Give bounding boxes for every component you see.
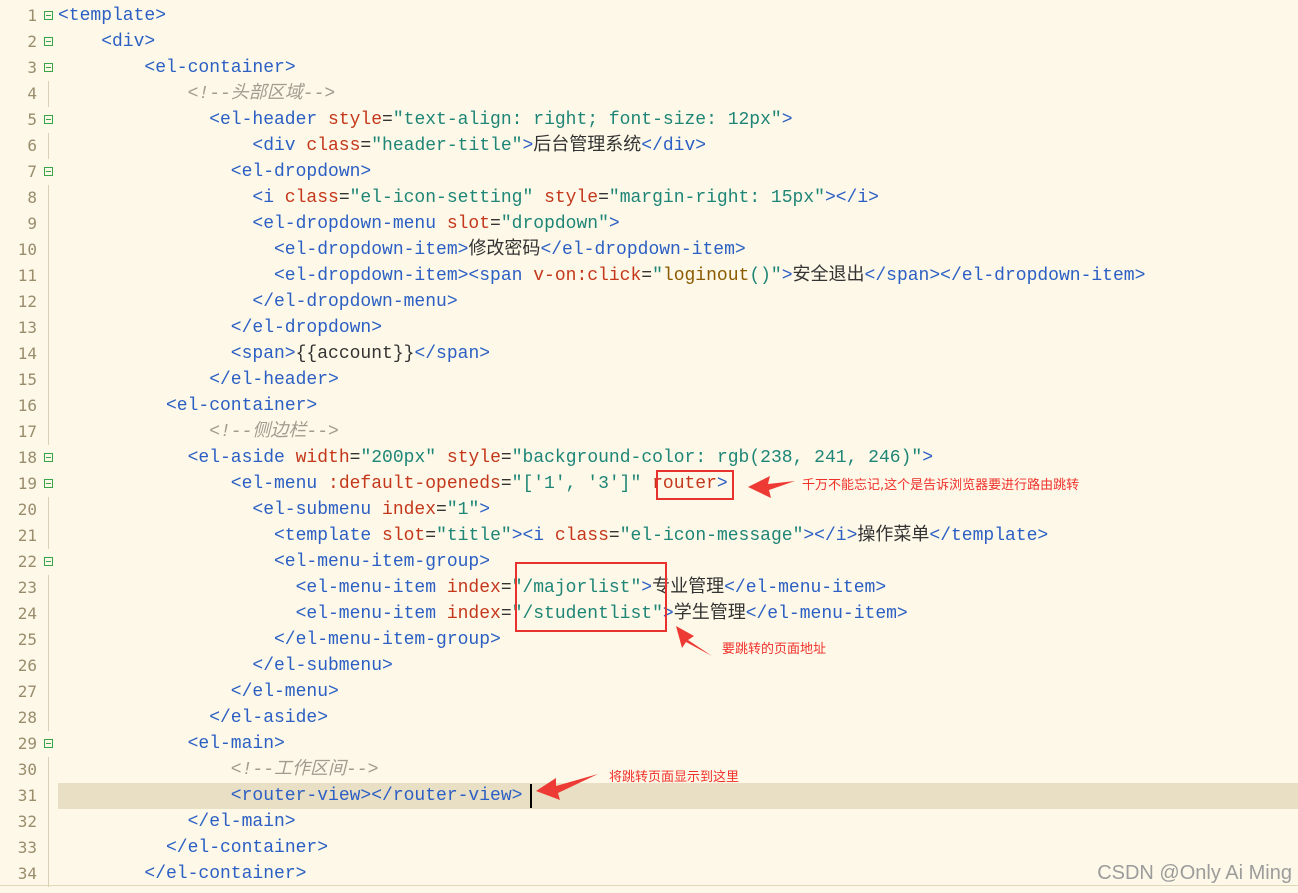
annotation-arrows	[536, 476, 795, 800]
watermark: CSDN @Only Ai Ming	[1097, 862, 1292, 884]
editor-bottom-border	[0, 885, 1298, 886]
view-annotation: 将跳转页面显示到这里	[609, 770, 740, 785]
arrow-icon	[676, 626, 712, 656]
path-annotation: 要跳转的页面地址	[722, 642, 827, 657]
arrow-icon	[748, 476, 795, 498]
arrow-icon	[536, 774, 598, 800]
router-annotation: 千万不能忘记,这个是告诉浏览器要进行路由跳转	[802, 478, 1080, 493]
